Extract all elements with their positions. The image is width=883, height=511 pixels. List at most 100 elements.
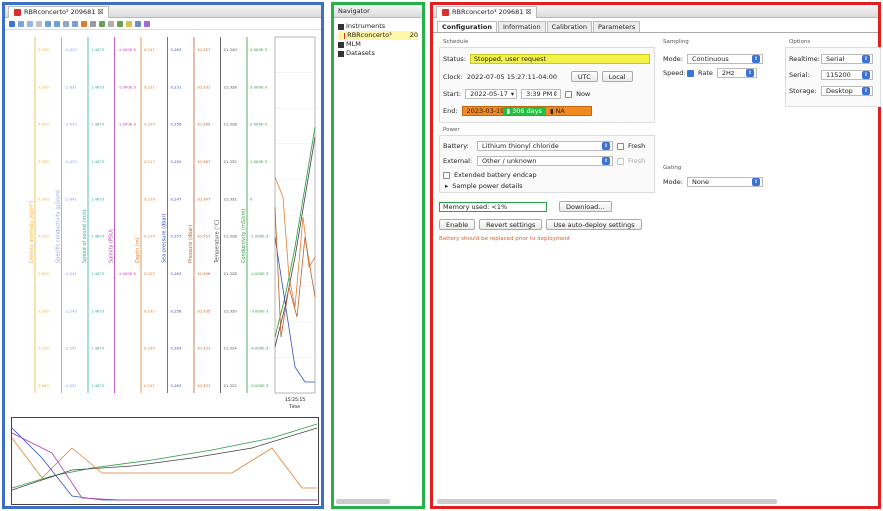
realtime-select[interactable]: Serial ⇕ xyxy=(821,54,873,64)
table-icon[interactable] xyxy=(72,20,78,27)
status-label: Status: xyxy=(443,55,466,63)
instrument-icon xyxy=(442,8,449,16)
revert-settings-button[interactable]: Revert settings xyxy=(479,219,543,230)
fresh2-checkbox[interactable] xyxy=(617,157,624,165)
axis-tick-label: -2.551 xyxy=(65,383,78,388)
rate-checkbox[interactable] xyxy=(687,69,694,77)
multi-axis-chart[interactable]: 5.180 3.180 4.000 3.180 5.340 3.100 3.950 3.180… xyxy=(7,33,319,411)
axis-tick-label: 1.4873 xyxy=(91,383,105,388)
color-icon[interactable] xyxy=(117,20,123,27)
start-date-picker[interactable]: 2022-05-17 ▾ xyxy=(465,89,518,99)
axis-tick-label: 0.241 xyxy=(144,47,155,52)
axis-tick-label: 10.367 xyxy=(197,159,211,164)
rate-select[interactable]: 2Hz ⇕ xyxy=(716,68,757,78)
enable-button[interactable]: Enable xyxy=(439,219,476,230)
now-checkbox[interactable] xyxy=(565,90,573,98)
external-select[interactable]: Other / unknown ⇕ xyxy=(477,156,613,166)
sampling-mode-select[interactable]: Continuous ⇕ xyxy=(687,54,763,64)
axis-tick-label: 10.347 xyxy=(197,196,211,201)
navigator-title: Navigator xyxy=(334,5,422,18)
axis-title: Salinity (PSU) xyxy=(109,229,115,263)
back-icon[interactable] xyxy=(45,20,51,27)
axis-tick-label: 1.4873 xyxy=(91,271,105,276)
axis-tick-label: 0 xyxy=(250,196,253,201)
settings-icon[interactable] xyxy=(108,20,114,27)
axis-title: Temperature (°C) xyxy=(215,220,221,264)
battery-warning: Battery should be replaced prior to depl… xyxy=(439,236,571,242)
local-button[interactable]: Local xyxy=(601,71,633,82)
chevron-down-icon: ⇕ xyxy=(862,87,870,95)
utc-button[interactable]: UTC xyxy=(570,71,598,82)
tab-parameters[interactable]: Parameters xyxy=(593,21,641,32)
chart-editor-tab[interactable]: RBRconcerto³ 209681 ☒ xyxy=(8,5,110,18)
tab-calibration[interactable]: Calibration xyxy=(546,21,592,32)
legend-icon[interactable] xyxy=(126,20,132,27)
reset-icon[interactable] xyxy=(36,20,42,27)
axis-tick-label: 1.4873 xyxy=(91,122,105,127)
tab-information[interactable]: Information xyxy=(497,21,546,32)
axis-tick-label: 21.328 xyxy=(224,84,238,89)
graph-icon[interactable] xyxy=(81,20,87,27)
axis-tick-label: -2.641 xyxy=(65,196,78,201)
axis-tick-label: 0.225 xyxy=(144,271,155,276)
start-time-picker[interactable]: 3:39 PM ⇕ xyxy=(521,89,562,99)
pan-icon[interactable] xyxy=(18,20,24,27)
axis-tick-label: 1.4873 xyxy=(91,84,105,89)
export-icon[interactable] xyxy=(99,20,105,27)
rate-label: Rate xyxy=(698,69,713,77)
fit-icon[interactable] xyxy=(27,20,33,27)
chevron-down-icon: ▾ xyxy=(510,90,515,98)
sample-power-details[interactable]: Sample power details xyxy=(452,182,522,190)
overview-series-line xyxy=(11,437,317,489)
tree-item-rbrconcerto[interactable]: RBRconcerto³ 20 xyxy=(338,31,418,40)
axis-tick-label: -1.000E-3 xyxy=(118,47,137,52)
config-editor-tab[interactable]: RBRconcerto³ 209681 ☒ xyxy=(436,5,538,18)
chevron-down-icon: ⇕ xyxy=(752,178,760,186)
axis-tick-label: 21.340 xyxy=(224,47,238,52)
database-icon xyxy=(338,50,344,57)
axis-tick-label: 21.332 xyxy=(224,159,238,164)
navigator-panel: Navigator Instruments RBRconcerto³ 20 ML… xyxy=(331,2,425,509)
sampling-mode-label: Mode: xyxy=(663,55,683,63)
tree-item-datasets[interactable]: Datasets xyxy=(338,49,418,58)
extended-endcap-checkbox[interactable] xyxy=(443,171,450,179)
tree-item-instruments[interactable]: Instruments xyxy=(338,22,418,31)
chart-toolbar xyxy=(5,18,321,30)
config-panel: RBRconcerto³ 209681 ☒ Configuration Info… xyxy=(430,2,881,509)
axis-tick-label: 0.257 xyxy=(171,234,182,239)
download-button[interactable]: Download... xyxy=(559,201,612,212)
clock-value: 2022-07-05 15:27:11-04:00 xyxy=(466,72,557,81)
chevron-down-icon: ⇕ xyxy=(602,157,610,165)
axis-tick-label: -3.000E-3 xyxy=(250,308,269,313)
zoom-icon[interactable] xyxy=(9,20,15,27)
storage-select[interactable]: Desktop ⇕ xyxy=(821,86,873,96)
axis-tick-label: -5.000E-3 xyxy=(250,383,269,388)
auto-deploy-button[interactable]: Use auto-deploy settings xyxy=(546,219,642,230)
tree-item-mlm[interactable]: MLM xyxy=(338,40,418,49)
extended-endcap-label: Extended battery endcap xyxy=(454,171,537,179)
axis-tick-label: 0.220 xyxy=(144,122,155,127)
select-icon[interactable] xyxy=(90,20,96,27)
gating-mode-select[interactable]: None ⇕ xyxy=(687,177,763,187)
axis-tick-label: 3.950 xyxy=(38,271,49,276)
options-title: Options xyxy=(789,39,811,45)
sampling-title: Sampling xyxy=(663,39,689,45)
overview-plot[interactable] xyxy=(11,417,319,505)
forward-icon[interactable] xyxy=(54,20,60,27)
axis-tick-label: 0.247 xyxy=(171,196,182,201)
serial-select[interactable]: 115200 ⇕ xyxy=(821,70,873,80)
cursor-icon[interactable] xyxy=(63,20,69,27)
tab-configuration[interactable]: Configuration xyxy=(437,21,497,32)
navigator-scrollbar[interactable] xyxy=(336,499,390,504)
spinner-icon: ⇕ xyxy=(552,90,559,98)
window-icon[interactable] xyxy=(144,20,150,27)
axis-tick-label: -2.543 xyxy=(65,308,78,313)
layout-icon[interactable] xyxy=(135,20,141,27)
chart-tabbar: RBRconcerto³ 209681 ☒ xyxy=(5,5,321,18)
axis-tick-label: 0.231 xyxy=(171,84,182,89)
config-scrollbar[interactable] xyxy=(437,499,777,504)
expand-arrow-icon[interactable]: ▸ xyxy=(445,182,448,190)
axis-tick-label: 1.4873 xyxy=(91,47,105,52)
fresh-checkbox[interactable] xyxy=(617,142,624,150)
battery-select[interactable]: Lithium thionyl chloride ⇕ xyxy=(477,141,613,151)
